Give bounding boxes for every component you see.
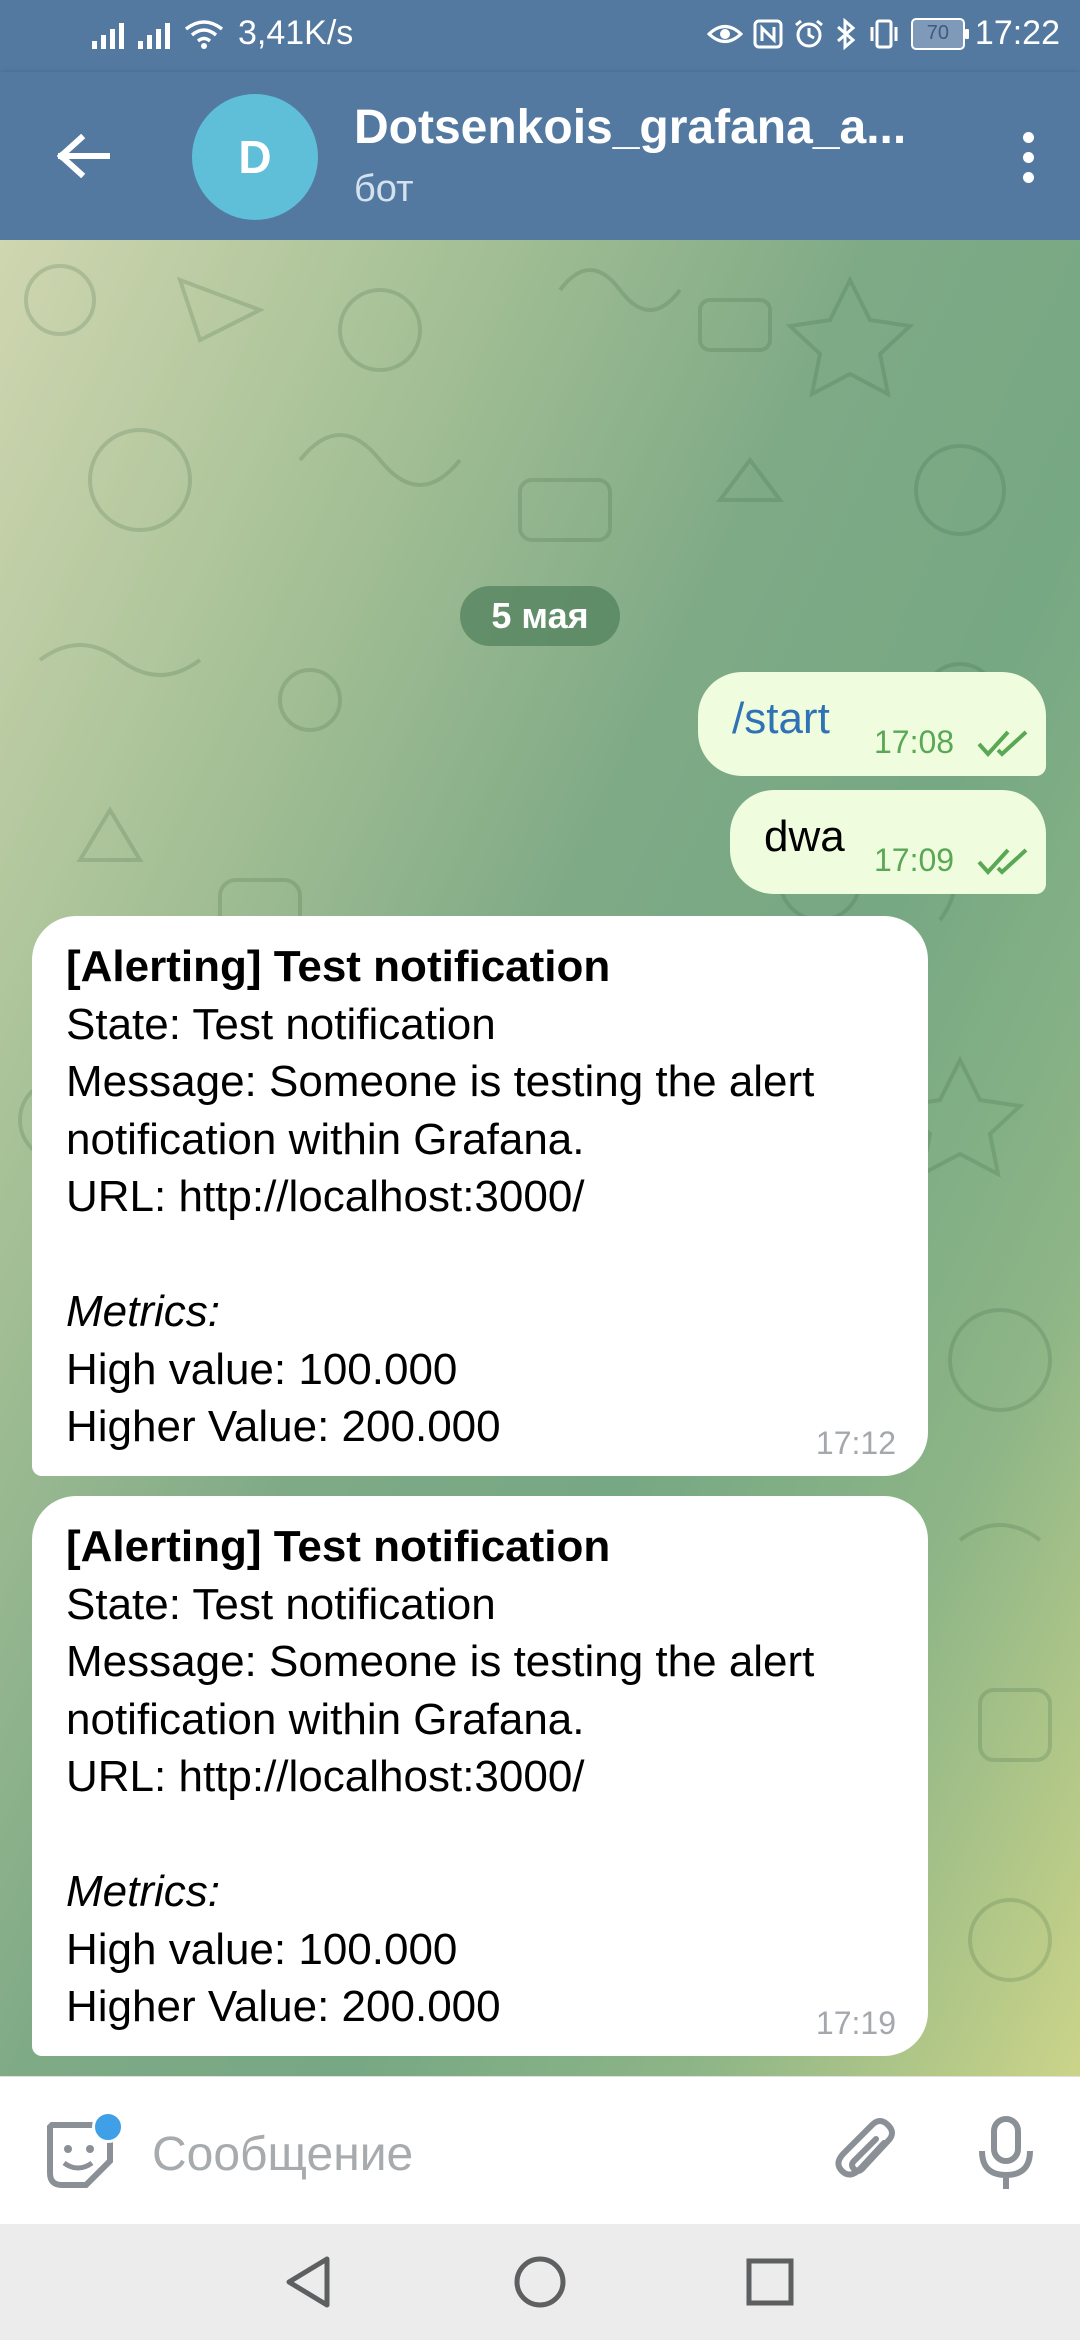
message-time: 17:12	[815, 1425, 896, 1461]
signal-icon	[138, 19, 170, 49]
message-text[interactable]: dwa	[764, 812, 845, 862]
message-body: [Alerting] Test notification State: Test…	[66, 938, 814, 1456]
nav-recents-icon[interactable]	[740, 2252, 800, 2312]
message-line: notification within Grafana.	[66, 1694, 585, 1744]
nfc-icon	[753, 19, 783, 48]
mic-icon[interactable]	[966, 2113, 1046, 2193]
message-line: Message: Someone is testing the alert	[66, 1637, 815, 1686]
incoming-message[interactable]: [Alerting] Test notification State: Test…	[32, 916, 928, 1476]
message-heading: [Alerting] Test notification	[66, 1522, 611, 1571]
message-heading: [Alerting] Test notification	[66, 942, 611, 991]
date-separator: 5 мая	[460, 586, 620, 646]
chat-title[interactable]: Dotsenkois_grafana_a...	[354, 100, 906, 155]
avatar[interactable]: D	[192, 94, 318, 220]
message-line: High value: 100.000	[66, 1344, 458, 1394]
message-line: State: Test notification	[66, 1579, 496, 1629]
back-arrow-icon	[57, 134, 110, 178]
back-button[interactable]	[48, 120, 120, 192]
message-text[interactable]: /start	[732, 694, 830, 744]
message-link[interactable]: URL: http://localhost:3000/	[66, 1168, 814, 1226]
message-line: Higher Value: 200.000	[66, 1402, 501, 1451]
chat-area[interactable]: 5 мая /start 17:08 dwa 17:09 [Alerting] …	[0, 240, 1080, 2076]
chat-header: D Dotsenkois_grafana_a... бот	[0, 72, 1080, 240]
signal-icon	[92, 19, 124, 49]
double-check-icon	[977, 848, 1028, 875]
battery-level: 70	[926, 22, 950, 44]
message-line: State: Test notification	[66, 999, 496, 1049]
double-check-icon	[977, 730, 1028, 757]
message-line: High value: 100.000	[66, 1924, 458, 1974]
more-vert-icon[interactable]	[998, 122, 1058, 192]
battery-icon: 70	[910, 17, 969, 50]
outgoing-message[interactable]: dwa 17:09	[730, 790, 1046, 894]
eye-icon	[706, 24, 743, 43]
alarm-icon	[794, 19, 823, 47]
message-body: [Alerting] Test notification State: Test…	[66, 1518, 814, 2036]
message-link[interactable]: URL: http://localhost:3000/	[66, 1748, 814, 1806]
net-speed: 3,41K/s	[238, 14, 354, 52]
status-right: 70 17:22	[706, 14, 1060, 53]
message-input[interactable]	[150, 2115, 794, 2193]
clock: 17:22	[974, 14, 1060, 52]
incoming-message[interactable]: [Alerting] Test notification State: Test…	[32, 1496, 928, 2056]
vibrate-icon	[870, 19, 898, 48]
attach-icon[interactable]	[826, 2113, 906, 2193]
status-left: 3,41K/s	[92, 14, 353, 53]
bluetooth-icon	[836, 17, 856, 50]
wifi-icon	[184, 19, 224, 49]
chat-subtitle: бот	[354, 168, 414, 210]
message-line: Message: Someone is testing the alert	[66, 1057, 815, 1106]
outgoing-message[interactable]: /start 17:08	[698, 672, 1046, 776]
nav-home-icon[interactable]	[510, 2252, 570, 2312]
message-line: notification within Grafana.	[66, 1114, 585, 1164]
message-time: 17:09	[874, 842, 955, 878]
message-line: Metrics:	[66, 1867, 220, 1916]
notification-dot	[92, 2111, 124, 2143]
nav-back-icon[interactable]	[278, 2252, 338, 2312]
message-line: Metrics:	[66, 1287, 220, 1336]
message-time: 17:19	[815, 2005, 896, 2041]
system-nav-bar	[0, 2224, 1080, 2340]
status-bar: 3,41K/s 70 17:22	[0, 0, 1080, 72]
message-time: 17:08	[874, 724, 955, 760]
message-composer	[0, 2076, 1080, 2225]
message-line: Higher Value: 200.000	[66, 1982, 501, 2031]
